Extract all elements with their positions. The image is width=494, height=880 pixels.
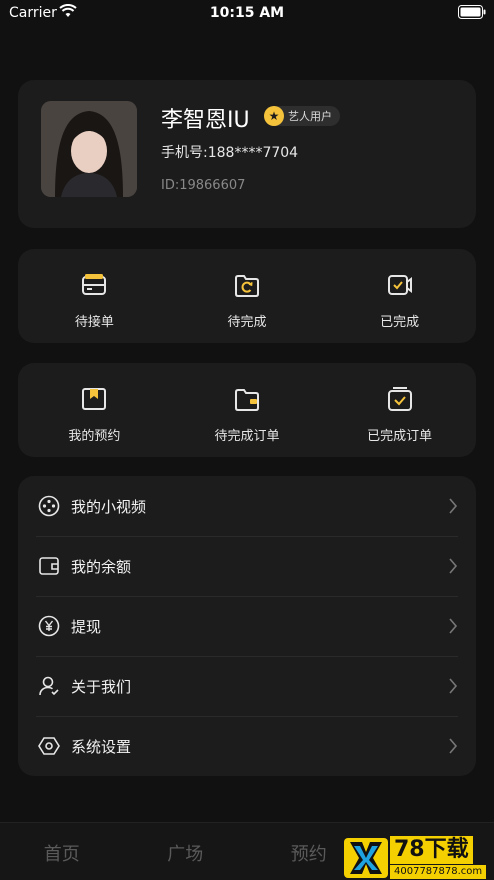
user-check-icon bbox=[39, 676, 59, 696]
battery-icon bbox=[458, 5, 486, 19]
menu-item-label: 我的小视频 bbox=[71, 497, 147, 516]
pending-accept-icon bbox=[82, 274, 107, 295]
chevron-right-icon bbox=[449, 738, 458, 754]
yen-coin-icon bbox=[38, 615, 60, 637]
avatar-image bbox=[41, 101, 137, 197]
tab-home[interactable]: 首页 bbox=[0, 823, 124, 880]
watermark-brand: 78下载 bbox=[390, 836, 473, 864]
profile-id: ID:19866607 bbox=[161, 178, 246, 193]
menu-item-withdraw[interactable]: 提现 bbox=[18, 596, 476, 656]
watermark-x-mark bbox=[344, 838, 388, 878]
watermark-logo: 78下载 4007787878.com bbox=[344, 836, 494, 880]
chevron-right-icon bbox=[449, 678, 458, 694]
profile-card[interactable]: 李智恩IU ★ 艺人用户 手机号:188****7704 ID:19866607 bbox=[18, 80, 476, 228]
orders-card: 待接单 待完成 已完成 bbox=[18, 249, 476, 343]
order-completed[interactable]: 已完成 bbox=[323, 249, 476, 343]
watermark-site: 4007787878.com bbox=[390, 865, 487, 879]
gear-icon bbox=[38, 737, 60, 755]
in-progress-icon bbox=[235, 275, 259, 297]
menu-item-label: 关于我们 bbox=[71, 677, 132, 696]
wallet-icon bbox=[39, 557, 59, 575]
menu-item-my-videos[interactable]: 我的小视频 bbox=[18, 476, 476, 536]
menu-item-label: 提现 bbox=[71, 617, 102, 636]
chevron-right-icon bbox=[449, 618, 458, 634]
avatar[interactable] bbox=[41, 101, 137, 197]
menu-item-balance[interactable]: 我的余额 bbox=[18, 536, 476, 596]
film-reel-icon bbox=[38, 495, 60, 517]
profile-phone: 手机号:188****7704 bbox=[161, 145, 299, 161]
user-type-badge: ★ 艺人用户 bbox=[264, 106, 340, 126]
order-in-progress-label: 待完成 bbox=[227, 315, 267, 330]
menu-item-settings[interactable]: 系统设置 bbox=[18, 716, 476, 776]
menu-item-about-us[interactable]: 关于我们 bbox=[18, 656, 476, 716]
pending-orders-label: 待完成订单 bbox=[214, 429, 280, 444]
star-icon: ★ bbox=[264, 106, 284, 126]
menu-item-label: 系统设置 bbox=[71, 737, 132, 756]
bookmark-icon bbox=[82, 388, 107, 410]
order-completed-label: 已完成 bbox=[380, 315, 420, 330]
order-pending-accept-label: 待接单 bbox=[74, 315, 114, 330]
my-bookings[interactable]: 我的预约 bbox=[18, 363, 171, 457]
menu-item-label: 我的余额 bbox=[71, 557, 132, 576]
chevron-right-icon bbox=[449, 498, 458, 514]
pending-orders[interactable]: 待完成订单 bbox=[171, 363, 324, 457]
wallet-icon bbox=[235, 389, 259, 411]
bookings-card: 我的预约 待完成订单 已完成订单 bbox=[18, 363, 476, 457]
completed-icon bbox=[387, 275, 412, 295]
menu-card: 我的小视频 我的余额 提现 关于我们 系统设置 bbox=[18, 476, 476, 776]
order-pending-accept[interactable]: 待接单 bbox=[18, 249, 171, 343]
badge-label: 艺人用户 bbox=[288, 110, 332, 123]
tab-square[interactable]: 广场 bbox=[124, 823, 248, 880]
chevron-right-icon bbox=[449, 558, 458, 574]
profile-name: 李智恩IU bbox=[161, 108, 250, 133]
my-bookings-label: 我的预约 bbox=[68, 429, 121, 444]
checked-box-icon bbox=[387, 387, 412, 411]
order-in-progress[interactable]: 待完成 bbox=[171, 249, 324, 343]
completed-orders-label: 已完成订单 bbox=[367, 429, 433, 444]
status-bar: Carrier 10:15 AM bbox=[0, 0, 494, 26]
completed-orders[interactable]: 已完成订单 bbox=[323, 363, 476, 457]
status-time: 10:15 AM bbox=[209, 5, 285, 21]
